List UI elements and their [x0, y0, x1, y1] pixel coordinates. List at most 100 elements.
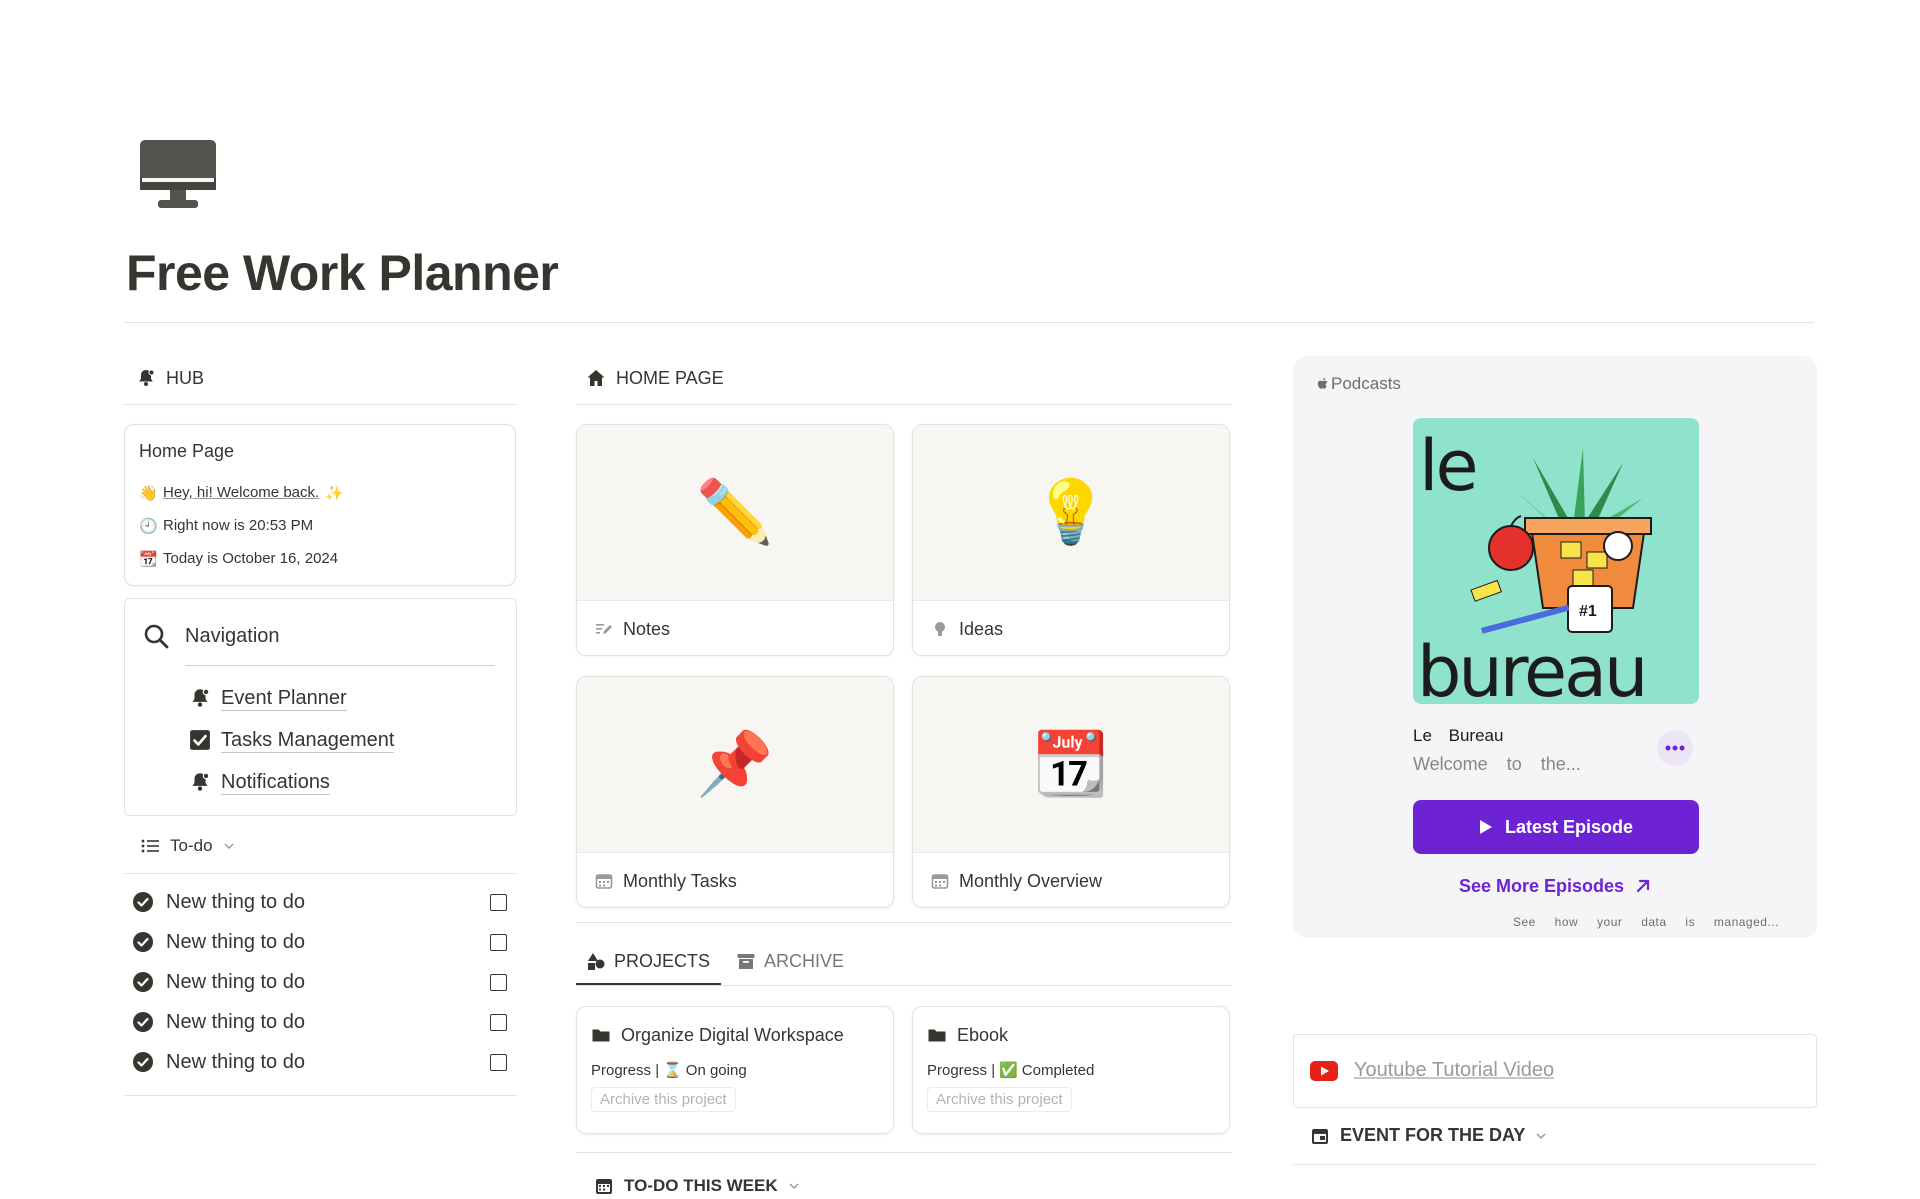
- todo-item: New thing to do: [132, 1042, 507, 1082]
- youtube-link-text[interactable]: Youtube Tutorial Video: [1354, 1059, 1554, 1082]
- hourglass-icon: ⌛: [663, 1062, 682, 1079]
- tile-monthly-overview[interactable]: 📆 Monthly Overview: [912, 676, 1230, 908]
- podcast-description: Welcome to the...: [1413, 754, 1581, 774]
- project-progress: Progress | ✅ Completed: [927, 1061, 1215, 1080]
- todo-checkbox[interactable]: [490, 973, 507, 991]
- shapes-icon: [588, 953, 605, 970]
- event-rule: [1293, 1164, 1817, 1165]
- archive-box-icon: [737, 954, 755, 969]
- page-title: Free Work Planner: [126, 245, 559, 301]
- project-card[interactable]: Ebook Progress | ✅ Completed Archive thi…: [912, 1006, 1230, 1134]
- nav-item-label: Event Planner: [221, 686, 347, 711]
- project-title-row: Organize Digital Workspace: [591, 1023, 879, 1047]
- tile-label: Ideas: [959, 618, 1004, 639]
- progress-status: On going: [685, 1061, 747, 1079]
- calendar-icon: [596, 1179, 612, 1194]
- project-card[interactable]: Organize Digital Workspace Progress | ⌛ …: [576, 1006, 894, 1134]
- folder-icon: [928, 1029, 946, 1042]
- podcast-show-name[interactable]: Le Bureau: [1413, 726, 1503, 746]
- hub-heading: HUB: [136, 363, 204, 393]
- check-circle-icon: [133, 892, 153, 912]
- todo-label: New thing to do: [166, 970, 305, 993]
- play-icon: [1479, 820, 1492, 834]
- tab-projects[interactable]: PROJECTS: [586, 946, 710, 976]
- greeting-text[interactable]: Hey, hi! Welcome back.: [163, 484, 319, 501]
- pushpin-icon: 📌: [696, 730, 774, 799]
- todo-checkbox[interactable]: [490, 1053, 507, 1071]
- project-title: Ebook: [957, 1024, 1009, 1045]
- house-icon: [587, 370, 605, 386]
- nav-item-event-planner[interactable]: Event Planner: [189, 683, 347, 713]
- tile-cover: 📌: [577, 677, 893, 853]
- progress-status: Completed: [1021, 1061, 1095, 1079]
- tile-ideas[interactable]: 💡 Ideas: [912, 424, 1230, 656]
- archive-project-button[interactable]: Archive this project: [927, 1087, 1072, 1112]
- navigation-rule: [185, 665, 495, 666]
- see-more-label: See More Episodes: [1458, 876, 1625, 896]
- navigation-card: Navigation Event Planner Tasks Managemen…: [124, 598, 517, 816]
- spiral-calendar-icon: 📆: [1032, 730, 1110, 799]
- tile-monthly-tasks[interactable]: 📌 Monthly Tasks: [576, 676, 894, 908]
- podcasts-label[interactable]: Podcasts: [1317, 374, 1401, 394]
- data-privacy-link[interactable]: See how your data is managed...: [1513, 915, 1779, 929]
- see-more-episodes-link[interactable]: See More Episodes: [1293, 876, 1817, 897]
- ellipsis-icon: [1665, 745, 1685, 751]
- podcasts-label-text: Podcasts: [1331, 374, 1401, 393]
- check-mark-button-icon: ✅: [999, 1062, 1018, 1079]
- greeting-line: 👋 Hey, hi! Welcome back. ✨: [139, 476, 501, 509]
- todo-view-selector[interactable]: To-do: [140, 836, 235, 856]
- calendar-icon: [595, 874, 613, 889]
- latest-episode-label: Latest Episode: [1504, 816, 1634, 837]
- title-divider: [124, 322, 1814, 323]
- todo-this-week-selector[interactable]: TO-DO THIS WEEK: [594, 1176, 800, 1196]
- event-for-the-day-selector[interactable]: EVENT FOR THE DAY: [1310, 1125, 1547, 1146]
- tile-label: Monthly Tasks: [623, 870, 737, 891]
- check-circle-icon: [133, 1052, 153, 1072]
- nav-item-label: Tasks Management: [221, 728, 395, 753]
- todo-label: New thing to do: [166, 890, 305, 913]
- podcast-artwork[interactable]: #1 le bureau: [1413, 418, 1699, 704]
- hub-heading-label: HUB: [166, 367, 205, 388]
- chevron-down-icon: [1536, 1132, 1546, 1139]
- todo-rule: [124, 873, 517, 874]
- tile-notes[interactable]: ✏️ Notes: [576, 424, 894, 656]
- calendar-icon: [1312, 1128, 1328, 1144]
- check-circle-icon: [133, 1012, 153, 1032]
- lightbulb-emoji-icon: 💡: [1032, 478, 1110, 547]
- tab-archive[interactable]: ARCHIVE: [736, 946, 844, 976]
- todo-item: New thing to do: [132, 1002, 507, 1042]
- nav-item-notifications[interactable]: Notifications: [189, 767, 330, 797]
- todo-checkbox[interactable]: [490, 893, 507, 911]
- tile-footer: Monthly Tasks: [577, 853, 893, 907]
- latest-episode-button[interactable]: Latest Episode: [1413, 800, 1699, 854]
- tile-footer: Monthly Overview: [913, 853, 1229, 907]
- youtube-icon: [1310, 1061, 1338, 1081]
- arrow-up-right-icon: [1636, 879, 1650, 893]
- more-options-button[interactable]: [1657, 730, 1693, 766]
- pencil-lines-icon: [596, 624, 612, 634]
- tile-cover: 📆: [913, 677, 1229, 853]
- todo-label: New thing to do: [166, 1010, 305, 1033]
- youtube-link-card[interactable]: Youtube Tutorial Video: [1293, 1034, 1817, 1108]
- week-heading: TO-DO THIS WEEK: [624, 1176, 778, 1195]
- date-text: Today is October 16, 2024: [163, 550, 339, 567]
- nav-item-label: Notifications: [221, 770, 330, 795]
- bell-icon: [139, 369, 155, 386]
- chevron-down-icon: [224, 843, 234, 850]
- waving-hand-icon: 👋: [139, 484, 158, 502]
- search-icon: [144, 624, 169, 649]
- home-page-card[interactable]: Home Page 👋 Hey, hi! Welcome back. ✨ 🕘 R…: [124, 424, 516, 586]
- desktop-computer-icon[interactable]: [138, 138, 218, 212]
- svg-text:#1: #1: [1579, 603, 1597, 620]
- archive-project-button[interactable]: Archive this project: [591, 1087, 736, 1112]
- todo-checkbox[interactable]: [490, 933, 507, 951]
- todo-checkbox[interactable]: [490, 1013, 507, 1031]
- hub-heading-rule: [124, 404, 516, 405]
- event-heading: EVENT FOR THE DAY: [1340, 1125, 1526, 1145]
- sparkles-icon: ✨: [325, 484, 344, 502]
- todo-item: New thing to do: [132, 882, 507, 922]
- project-progress: Progress | ⌛ On going: [591, 1061, 879, 1080]
- todo-label: New thing to do: [166, 930, 305, 953]
- nav-item-tasks-management[interactable]: Tasks Management: [189, 725, 395, 755]
- check-circle-icon: [133, 972, 153, 992]
